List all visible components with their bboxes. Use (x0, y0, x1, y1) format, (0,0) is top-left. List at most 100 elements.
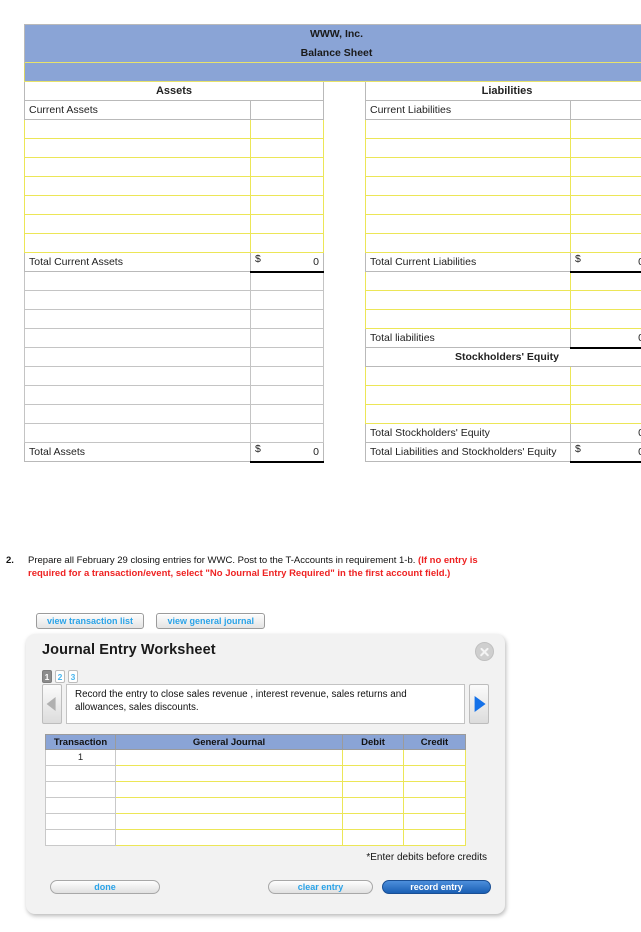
asset-filler-amount-cell (250, 290, 324, 310)
equity-entry-amount-input[interactable] (569, 404, 641, 424)
stockholders-equity-header: Stockholders' Equity (364, 347, 641, 367)
journal-account-input[interactable] (115, 813, 343, 830)
liability-entry-label-input[interactable] (365, 271, 571, 291)
asset-entry-label-input[interactable] (24, 195, 251, 215)
liability-entry-amount-input[interactable] (569, 138, 641, 158)
view-transaction-list-button[interactable]: view transaction list (36, 613, 145, 629)
close-icon[interactable] (475, 642, 494, 661)
spacer-cell (323, 252, 346, 272)
journal-credit-input[interactable] (403, 829, 466, 846)
liability-entry-amount-input[interactable] (569, 309, 641, 329)
asset-entry-label-input[interactable] (24, 138, 251, 158)
journal-account-input[interactable] (115, 749, 343, 766)
step-tabs: 123 (42, 667, 81, 685)
equity-entry-label-input[interactable] (365, 366, 571, 386)
equity-entry-amount-input[interactable] (569, 366, 641, 386)
asset-entry-amount-input[interactable] (250, 176, 324, 196)
balance-sheet-row (24, 290, 641, 310)
journal-credit-input[interactable] (403, 765, 466, 782)
balance-sheet-row: Current Assets Current Liabilities (24, 100, 641, 120)
journal-account-input[interactable] (115, 781, 343, 798)
asset-entry-label-input[interactable] (24, 233, 251, 253)
spacer-cell (323, 233, 346, 253)
journal-debit-input[interactable] (342, 813, 404, 830)
asset-entry-amount-input[interactable] (250, 157, 324, 177)
balance-sheet-row (24, 214, 641, 234)
liability-entry-label-input[interactable] (365, 119, 571, 139)
asset-entry-amount-input[interactable] (250, 233, 324, 253)
journal-entry-table: Transaction General Journal Debit Credit 1 (45, 734, 466, 846)
question-text-plain: Prepare all February 29 closing entries … (28, 555, 419, 566)
journal-credit-input[interactable] (403, 749, 466, 766)
liability-entry-label-input[interactable] (365, 233, 571, 253)
liabilities-header: Liabilities (364, 81, 641, 101)
liability-entry-label-input[interactable] (365, 138, 571, 158)
asset-entry-label-input[interactable] (24, 119, 251, 139)
statement-date-field[interactable] (23, 62, 641, 82)
journal-credit-input[interactable] (403, 781, 466, 798)
equity-entry-label-input[interactable] (365, 404, 571, 424)
liability-entry-amount-input[interactable] (569, 195, 641, 215)
journal-account-input[interactable] (115, 797, 343, 814)
balance-sheet-row: Assets Liabilities (24, 81, 641, 101)
section-gap-cell (345, 100, 366, 120)
liability-entry-amount-input[interactable] (569, 271, 641, 291)
liability-entry-amount-input[interactable] (569, 233, 641, 253)
step-tab-1[interactable]: 1 (42, 670, 52, 683)
journal-credit-input[interactable] (403, 797, 466, 814)
total-current-liabilities-label: Total Current Liabilities (365, 252, 571, 272)
step-tab-3[interactable]: 3 (68, 670, 78, 683)
balance-sheet-row (24, 233, 641, 253)
asset-entry-label-input[interactable] (24, 176, 251, 196)
spacer-cell (323, 138, 346, 158)
journal-debit-input[interactable] (342, 765, 404, 782)
journal-debit-input[interactable] (342, 781, 404, 798)
record-entry-button[interactable]: record entry (382, 880, 491, 894)
view-general-journal-button[interactable]: view general journal (156, 613, 266, 629)
section-gap-cell (345, 347, 366, 367)
spacer-cell (323, 309, 346, 329)
asset-entry-label-input[interactable] (24, 157, 251, 177)
journal-debit-input[interactable] (342, 749, 404, 766)
chevron-right-icon[interactable] (469, 684, 489, 724)
asset-entry-label-input[interactable] (24, 214, 251, 234)
liability-entry-label-input[interactable] (365, 290, 571, 310)
journal-account-input[interactable] (115, 829, 343, 846)
liability-entry-label-input[interactable] (365, 309, 571, 329)
clear-entry-button[interactable]: clear entry (268, 880, 373, 894)
asset-filler-cell (24, 366, 251, 386)
done-button[interactable]: done (50, 880, 160, 894)
asset-filler-amount-cell (250, 271, 324, 291)
page-root: WWW, Inc. Balance Sheet Assets Liabilities C… (0, 0, 641, 932)
chevron-left-icon[interactable] (42, 684, 62, 724)
equity-entry-amount-input[interactable] (569, 385, 641, 405)
asset-entry-amount-input[interactable] (250, 195, 324, 215)
liability-entry-label-input[interactable] (365, 176, 571, 196)
asset-entry-amount-input[interactable] (250, 138, 324, 158)
spacer-cell (323, 404, 346, 424)
equity-entry-label-input[interactable] (365, 385, 571, 405)
section-gap-cell (345, 423, 366, 443)
section-gap-cell (345, 290, 366, 310)
liability-entry-label-input[interactable] (365, 157, 571, 177)
liability-entry-amount-input[interactable] (569, 157, 641, 177)
asset-entry-amount-input[interactable] (250, 119, 324, 139)
liability-entry-label-input[interactable] (365, 214, 571, 234)
journal-transaction-cell (45, 781, 116, 798)
journal-debit-input[interactable] (342, 829, 404, 846)
journal-table-row (45, 829, 466, 846)
journal-credit-input[interactable] (403, 813, 466, 830)
liability-entry-amount-input[interactable] (569, 214, 641, 234)
liability-entry-amount-input[interactable] (569, 290, 641, 310)
asset-entry-amount-input[interactable] (250, 214, 324, 234)
asset-filler-cell (24, 290, 251, 310)
liability-entry-amount-input[interactable] (569, 119, 641, 139)
journal-account-input[interactable] (115, 765, 343, 782)
section-gap-cell (345, 233, 366, 253)
liability-entry-amount-input[interactable] (569, 176, 641, 196)
balance-sheet-row (24, 138, 641, 158)
journal-debit-input[interactable] (342, 797, 404, 814)
step-tab-2[interactable]: 2 (55, 670, 65, 683)
liability-entry-label-input[interactable] (365, 195, 571, 215)
balance-sheet-row: Total Stockholders' Equity0 (24, 423, 641, 443)
